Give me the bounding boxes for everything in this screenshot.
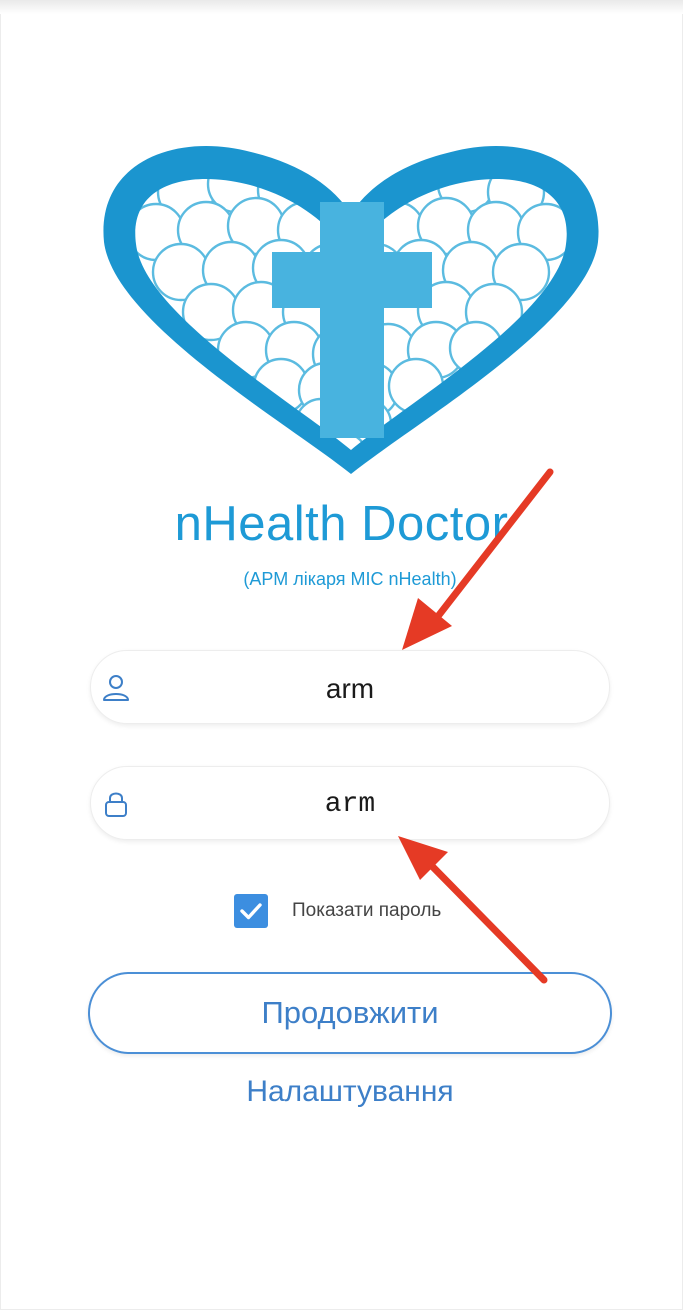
login-value: arm — [325, 673, 375, 704]
continue-button[interactable]: Продовжити — [88, 972, 612, 1054]
top-shadow — [0, 0, 683, 14]
app-subtitle: (АРМ лікаря МІС nHealth) — [243, 569, 457, 589]
settings-link[interactable]: Налаштування — [0, 1075, 683, 1109]
show-password-label: Показати пароль — [292, 900, 442, 921]
password-field[interactable]: arm — [90, 766, 610, 840]
app-title: nHealth Doctor — [174, 497, 509, 551]
heart-cross-logo-icon — [103, 146, 599, 474]
password-value: arm — [324, 789, 376, 820]
checkmark-icon — [240, 903, 262, 920]
show-password-checkbox[interactable] — [234, 894, 268, 928]
login-field[interactable]: arm — [90, 650, 610, 724]
login-screen: nHealth Doctor (АРМ лікаря МІС nHealth) … — [0, 0, 683, 1310]
